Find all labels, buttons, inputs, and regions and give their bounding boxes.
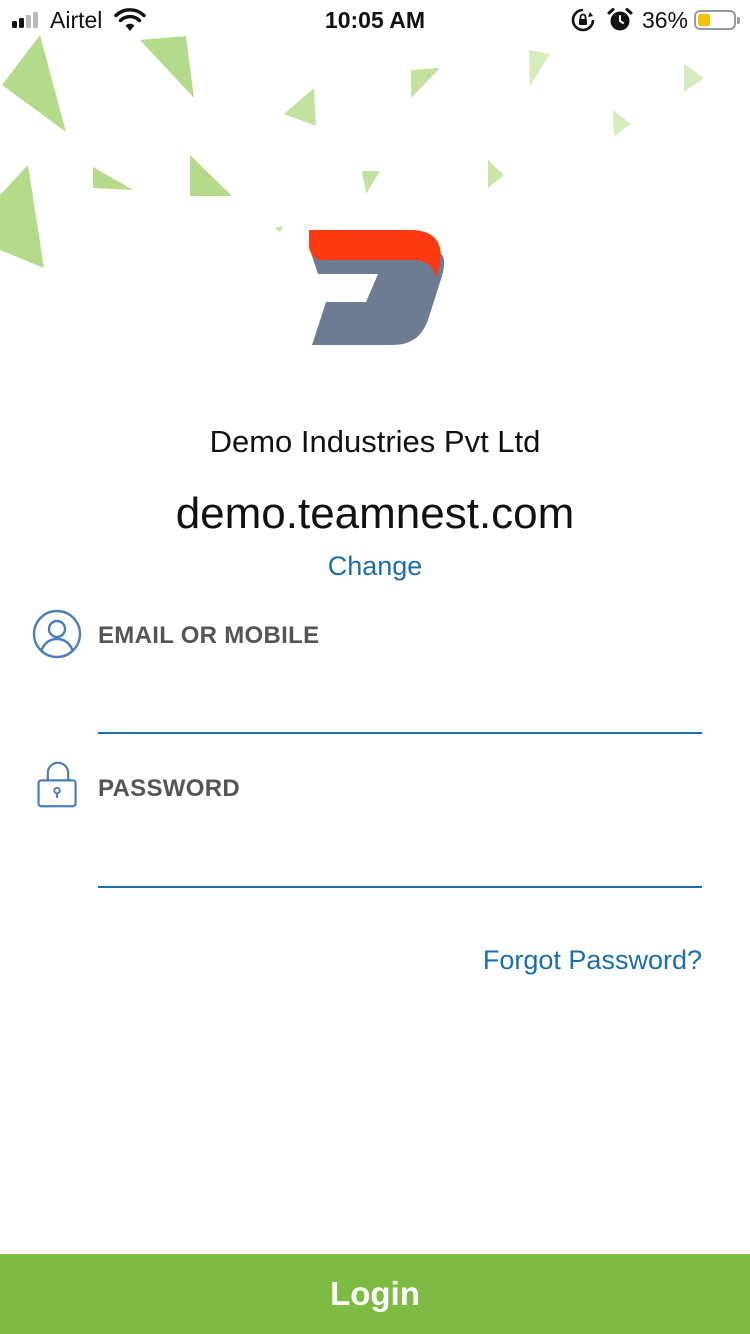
login-button[interactable]: Login (0, 1254, 750, 1334)
company-logo-d-icon (308, 230, 445, 345)
company-name: Demo Industries Pvt Ltd (209, 424, 541, 459)
status-bar: Airtel 10:05 AM 36% (0, 0, 750, 40)
rotation-lock-icon (571, 8, 595, 32)
password-input[interactable] (98, 842, 702, 888)
email-label: EMAIL OR MOBILE (98, 622, 320, 649)
battery-percent: 36% (641, 6, 688, 33)
lock-icon (37, 761, 77, 808)
alarm-icon (607, 8, 633, 31)
forgot-password-link[interactable]: Forgot Password? (483, 942, 702, 978)
battery-fill (698, 14, 710, 26)
change-domain-link[interactable]: Change (0, 548, 750, 584)
user-icon (32, 609, 82, 659)
password-label: PASSWORD (98, 775, 240, 802)
email-input[interactable] (98, 688, 702, 734)
battery-icon (694, 10, 740, 30)
status-right: 36% (570, 6, 740, 34)
company-domain: demo.teamnest.com (175, 489, 575, 538)
